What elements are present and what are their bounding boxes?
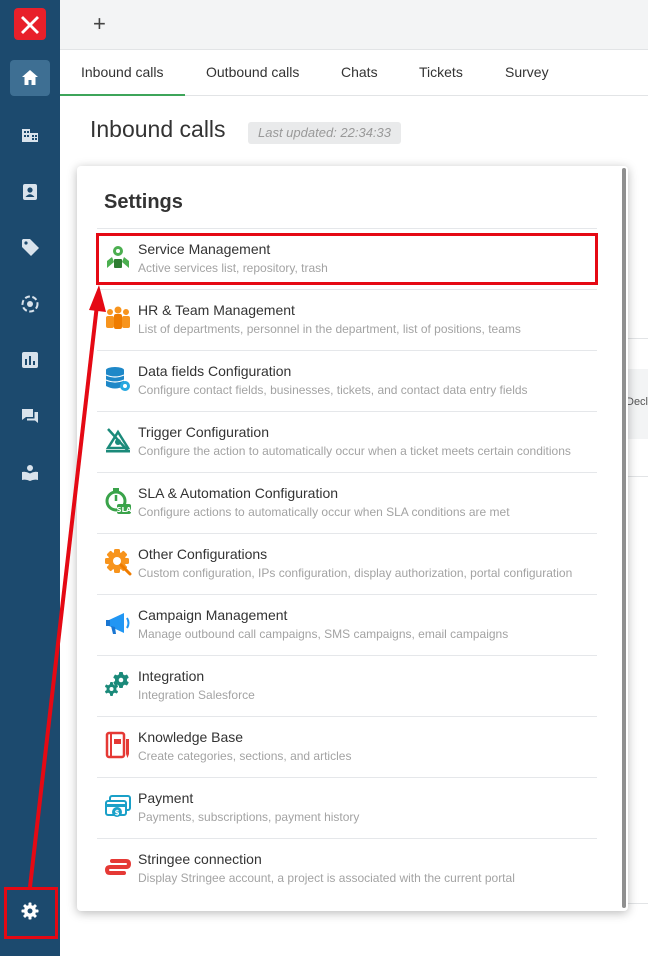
settings-title: Settings: [104, 191, 183, 213]
item-desc: Manage outbound call campaigns, SMS camp…: [138, 627, 509, 641]
building-icon: [22, 129, 38, 142]
integration-gears-icon: [105, 672, 129, 696]
sidebar-item-target[interactable]: [10, 286, 50, 322]
report-icon: [22, 352, 38, 368]
bg-table-header-text: Decl: [626, 396, 648, 408]
item-title: Other Configurations: [138, 546, 268, 562]
tab-tickets[interactable]: Tickets: [419, 50, 463, 96]
sidebar-item-contacts[interactable]: [10, 174, 50, 210]
highlight-service-management: [96, 233, 598, 285]
sidebar-item-tags[interactable]: [10, 229, 50, 265]
stringee-icon: [104, 859, 132, 875]
sidebar: [0, 0, 60, 956]
item-title: Trigger Configuration: [138, 424, 269, 440]
settings-item-sla[interactable]: SLA SLA & Automation Configuration Confi…: [97, 472, 597, 533]
item-title: HR & Team Management: [138, 302, 295, 318]
svg-text:SLA: SLA: [117, 506, 132, 514]
team-icon: [106, 306, 130, 329]
item-title: Knowledge Base: [138, 729, 244, 745]
sidebar-item-companies[interactable]: [10, 117, 50, 153]
item-title: SLA & Automation Configuration: [138, 485, 339, 501]
settings-item-knowledge-base[interactable]: Knowledge Base Create categories, sectio…: [97, 716, 597, 777]
target-icon: [21, 295, 39, 313]
tab-survey[interactable]: Survey: [505, 50, 549, 96]
report-tabs: Inbound calls Outbound calls Chats Ticke…: [60, 50, 648, 96]
cog-wrench-icon: [105, 549, 132, 576]
item-desc: Custom configuration, IPs configuration,…: [138, 566, 573, 580]
item-title: Stringee connection: [138, 851, 262, 867]
item-title: Campaign Management: [138, 607, 288, 623]
tab-inbound-calls[interactable]: Inbound calls: [60, 50, 185, 96]
book-icon: [105, 731, 129, 759]
panel-scrollbar[interactable]: [622, 168, 626, 908]
page-title: Inbound calls: [90, 116, 226, 142]
settings-item-payment[interactable]: $ Payment Payments, subscriptions, payme…: [97, 777, 597, 838]
megaphone-icon: [106, 613, 130, 634]
item-desc: Configure the action to automatically oc…: [138, 444, 571, 458]
settings-item-trigger[interactable]: Trigger Configuration Configure the acti…: [97, 411, 597, 472]
item-desc: Configure contact fields, businesses, ti…: [138, 383, 528, 397]
settings-item-hr-team[interactable]: HR & Team Management List of departments…: [97, 289, 597, 350]
svg-text:$: $: [115, 809, 120, 817]
chat-icon: [22, 409, 38, 423]
sidebar-item-chat[interactable]: [10, 398, 50, 434]
tab-outbound-calls[interactable]: Outbound calls: [206, 50, 299, 96]
sidebar-item-knowledge[interactable]: [10, 455, 50, 491]
sidebar-item-home[interactable]: [10, 60, 50, 96]
new-tab-button[interactable]: +: [93, 13, 106, 35]
settings-item-integration[interactable]: Integration Integration Salesforce: [97, 655, 597, 716]
settings-item-campaign[interactable]: Campaign Management Manage outbound call…: [97, 594, 597, 655]
item-desc: Create categories, sections, and article…: [138, 749, 352, 763]
logo-x-icon: [21, 16, 39, 34]
sla-icon: SLA: [105, 488, 132, 514]
home-icon: [22, 70, 38, 85]
last-updated-badge: Last updated: 22:34:33: [248, 122, 402, 144]
item-title: Integration: [138, 668, 205, 684]
app-logo[interactable]: [14, 8, 46, 40]
item-title: Payment: [138, 790, 194, 806]
item-desc: Integration Salesforce: [138, 688, 255, 702]
settings-item-data-fields[interactable]: Data fields Configuration Configure cont…: [97, 350, 597, 411]
payment-icon: $: [105, 795, 131, 817]
item-title: Data fields Configuration: [138, 363, 292, 379]
trigger-icon: [105, 428, 131, 453]
sidebar-item-reports[interactable]: [10, 342, 50, 378]
knowledge-icon: [22, 465, 38, 481]
tag-icon: [22, 239, 39, 256]
item-desc: List of departments, personnel in the de…: [138, 322, 521, 336]
item-desc: Display Stringee account, a project is a…: [138, 871, 515, 885]
settings-item-stringee-connection[interactable]: Stringee connection Display Stringee acc…: [97, 838, 597, 899]
database-icon: [105, 367, 130, 391]
tab-bar: +: [60, 0, 648, 50]
item-desc: Payments, subscriptions, payment history: [138, 810, 360, 824]
tab-chats[interactable]: Chats: [341, 50, 378, 96]
contact-icon: [23, 184, 37, 200]
item-desc: Configure actions to automatically occur…: [138, 505, 510, 519]
settings-item-other-configurations[interactable]: Other Configurations Custom configuratio…: [97, 533, 597, 594]
highlight-settings-button: [4, 887, 58, 939]
